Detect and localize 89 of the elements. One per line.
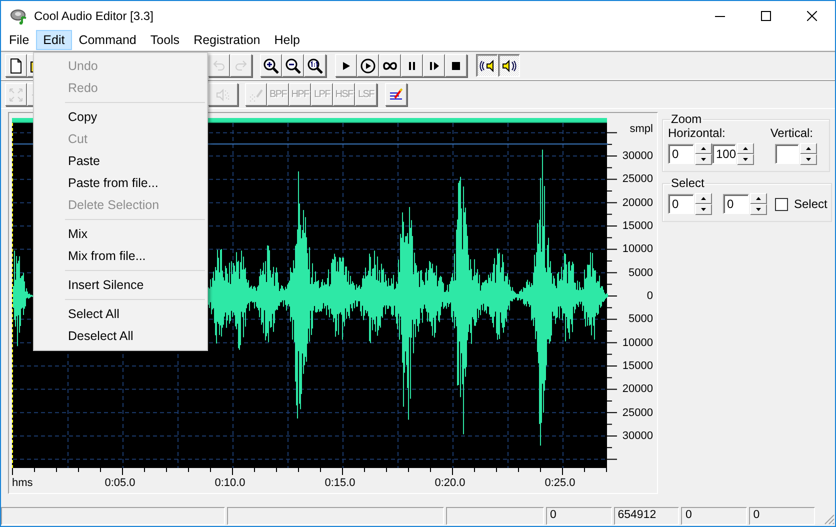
down-arrow-icon: [743, 158, 748, 161]
axis-label: 0: [646, 290, 653, 302]
axis-label: 0:25.0: [544, 477, 576, 489]
field-label: Vertical:: [770, 126, 813, 140]
field-label: Horizontal:: [668, 126, 726, 140]
spin-field[interactable]: [775, 144, 799, 164]
axis-label: 0:15.0: [324, 477, 356, 489]
status-panel: 0: [749, 507, 816, 525]
axis-unit: smpl: [630, 123, 653, 135]
dots-pen-icon: [248, 86, 264, 102]
zoom-reset-icon: [307, 58, 323, 74]
status-panel: 654912: [614, 507, 680, 525]
spin-down-button[interactable]: [695, 204, 712, 215]
axis-label: 5000: [628, 266, 653, 279]
checkbox-label: Select: [794, 197, 828, 211]
toolbar-button[interactable]: [476, 54, 498, 77]
group-title: Select: [670, 176, 706, 190]
spin-up-button[interactable]: [695, 193, 712, 204]
axis-label: 0:20.0: [434, 477, 466, 489]
toolbar-button[interactable]: [498, 54, 520, 77]
resize-grip-icon: [823, 513, 835, 525]
zoom-in-icon: [263, 58, 279, 74]
menu-option[interactable]: Paste: [34, 150, 207, 172]
speaker-icon: [479, 58, 495, 74]
spin-up-button[interactable]: [750, 193, 767, 204]
axis-label: 30000: [622, 150, 653, 162]
axis-label: 30000: [622, 430, 653, 442]
spin-up-button[interactable]: [737, 143, 754, 154]
axis-label: 15000: [622, 360, 653, 372]
axis-label: 10000: [622, 243, 653, 256]
redo-icon: [233, 58, 249, 74]
axis-unit: hms: [12, 477, 33, 489]
menu-item[interactable]: Help: [267, 30, 307, 50]
spin-down-button[interactable]: [750, 204, 767, 215]
axis-label: 10000: [622, 336, 653, 349]
spin-field[interactable]: 0: [668, 194, 694, 214]
axis-label: 15000: [622, 220, 653, 232]
spin-up-button[interactable]: [800, 143, 817, 154]
menu-option[interactable]: Mix from file...: [34, 245, 207, 267]
app-icon: [10, 6, 28, 24]
group-title: Zoom: [670, 112, 703, 126]
axis-label: 0:10.0: [214, 477, 246, 489]
menu-item[interactable]: Tools: [143, 30, 187, 50]
up-arrow-icon: [701, 197, 706, 200]
axis-label: 20000: [622, 196, 653, 209]
status-panel: 0: [681, 507, 748, 525]
menu-item[interactable]: Registration: [186, 30, 268, 50]
menu-item[interactable]: Command: [72, 30, 144, 50]
speaker-icon: [501, 58, 517, 74]
menu-option[interactable]: Copy: [34, 106, 207, 128]
zoom-out-icon: [285, 58, 301, 74]
window-title: Cool Audio Editor [3.3]: [34, 8, 154, 22]
maximize-icon: [761, 10, 771, 20]
down-arrow-icon: [756, 208, 761, 211]
up-arrow-icon: [743, 147, 748, 150]
down-arrow-icon: [701, 158, 706, 161]
menu-option[interactable]: Select All: [34, 303, 207, 325]
menu-option[interactable]: Mix: [34, 223, 207, 245]
menu-item[interactable]: File: [2, 30, 36, 50]
up-arrow-icon: [701, 147, 706, 150]
status-panel: 0: [546, 507, 612, 525]
spin-field[interactable]: 0: [723, 194, 749, 214]
down-arrow-icon: [806, 158, 811, 161]
arrows-icon: [8, 86, 24, 102]
menu-option[interactable]: Insert Silence: [34, 274, 207, 296]
document-icon: [8, 58, 24, 74]
menu-option[interactable]: Deselect All: [34, 325, 207, 347]
spin-down-button[interactable]: [737, 154, 754, 165]
checkbox[interactable]: [775, 198, 788, 210]
play-circle-icon: [360, 58, 376, 74]
up-arrow-icon: [756, 197, 761, 200]
spin-down-button[interactable]: [695, 154, 712, 165]
axis-label: 5000: [628, 313, 653, 326]
speaker-noise-icon: [215, 86, 231, 102]
axis-label: 0:05.0: [104, 477, 136, 489]
axis-label: 25000: [622, 406, 653, 419]
menu-item[interactable]: Edit: [36, 30, 72, 50]
lines-pencil-icon: [388, 86, 404, 102]
spin-field[interactable]: 100: [712, 144, 736, 164]
menu-option[interactable]: Paste from file...: [34, 172, 207, 194]
spin-field[interactable]: 0: [668, 144, 694, 164]
close-icon: [807, 10, 817, 20]
axis-label: 25000: [622, 173, 653, 186]
down-arrow-icon: [701, 208, 706, 211]
up-arrow-icon: [806, 147, 811, 150]
axis-label: 20000: [622, 383, 653, 396]
spin-down-button[interactable]: [800, 154, 817, 165]
undo-icon: [211, 58, 227, 74]
spin-up-button[interactable]: [695, 143, 712, 154]
